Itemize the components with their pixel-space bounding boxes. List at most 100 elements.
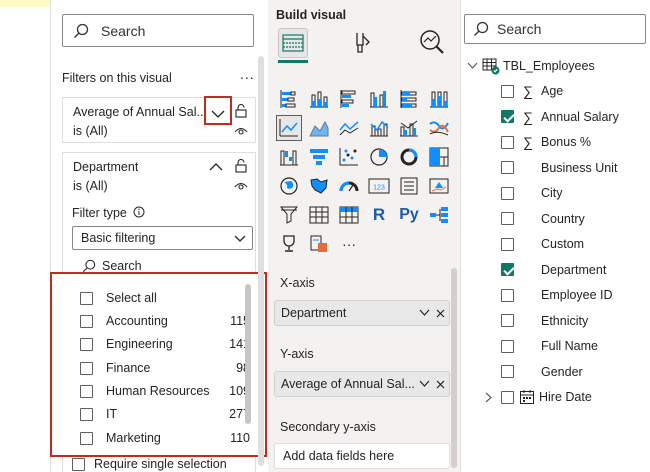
donut-chart-icon[interactable] — [396, 144, 422, 170]
field-row[interactable]: ∑ Bonus % — [501, 131, 591, 153]
chevron-down-icon[interactable] — [419, 380, 430, 388]
filters-scrollbar[interactable] — [258, 56, 264, 466]
r-visual-icon[interactable]: R — [366, 202, 392, 228]
card-icon[interactable]: 123 — [366, 173, 392, 199]
scatter-icon[interactable] — [336, 144, 362, 170]
kpi-icon[interactable] — [426, 173, 452, 199]
field-row[interactable]: Full Name — [501, 335, 598, 357]
pie-chart-icon[interactable] — [366, 144, 392, 170]
field-row[interactable]: Department — [501, 259, 606, 281]
lock-icon[interactable] — [235, 159, 247, 173]
100-bar-icon[interactable] — [396, 86, 422, 112]
treemap-icon[interactable] — [426, 144, 452, 170]
values-search-input[interactable]: Search — [82, 259, 142, 273]
chevron-down-icon[interactable] — [467, 62, 478, 70]
field-row[interactable]: Gender — [501, 361, 583, 383]
close-icon[interactable] — [436, 309, 445, 318]
chevron-right-icon[interactable] — [485, 392, 493, 403]
list-item[interactable]: IT 277 — [80, 404, 250, 424]
filled-map-icon[interactable] — [306, 173, 332, 199]
tab-build-visual[interactable] — [278, 28, 308, 58]
slicer-icon[interactable] — [276, 202, 302, 228]
line-clustered-icon[interactable] — [396, 115, 422, 141]
checkbox[interactable] — [80, 337, 93, 351]
field-checkbox[interactable] — [501, 314, 514, 327]
list-item[interactable]: Engineering 141 — [80, 334, 250, 354]
multirow-card-icon[interactable] — [396, 173, 422, 199]
smart-narrative-icon[interactable] — [306, 231, 332, 257]
field-row[interactable]: ∑ Age — [501, 80, 563, 102]
python-visual-icon[interactable]: Py — [396, 202, 422, 228]
checkbox[interactable] — [80, 384, 93, 398]
field-checkbox[interactable] — [501, 263, 514, 276]
100-column-icon[interactable] — [426, 86, 452, 112]
list-item[interactable]: Accounting 115 — [80, 311, 250, 331]
field-row[interactable]: Country — [501, 208, 585, 230]
field-checkbox[interactable] — [501, 212, 514, 225]
line-chart-icon[interactable] — [276, 115, 302, 141]
build-scrollbar[interactable] — [451, 268, 457, 468]
stacked-bar-icon[interactable] — [276, 86, 302, 112]
secondary-yaxis-dropzone[interactable]: Add data fields here — [274, 443, 450, 469]
info-icon[interactable] — [133, 206, 145, 218]
field-row[interactable]: Custom — [501, 233, 584, 255]
stacked-column-icon[interactable] — [306, 86, 332, 112]
field-checkbox[interactable] — [501, 135, 514, 149]
yaxis-field[interactable]: Average of Annual Sal... — [274, 371, 450, 397]
checkbox[interactable] — [80, 361, 93, 375]
field-row[interactable]: City — [501, 182, 563, 204]
filter-type-dropdown[interactable]: Basic filtering — [72, 226, 253, 250]
stacked-area-icon[interactable] — [336, 115, 362, 141]
field-checkbox[interactable] — [501, 110, 514, 123]
checkbox[interactable] — [80, 431, 93, 445]
tab-format-visual[interactable] — [348, 28, 378, 58]
field-checkbox[interactable] — [501, 390, 514, 404]
field-row[interactable]: Ethnicity — [501, 310, 588, 332]
clustered-bar-icon[interactable] — [336, 86, 362, 112]
area-chart-icon[interactable] — [306, 115, 332, 141]
field-row[interactable]: Business Unit — [501, 157, 617, 179]
chevron-up-icon[interactable] — [209, 162, 223, 172]
map-icon[interactable] — [276, 173, 302, 199]
more-visuals-icon[interactable]: ··· — [336, 231, 362, 257]
list-item-select-all[interactable]: Select all — [80, 288, 250, 308]
matrix-icon[interactable] — [336, 202, 362, 228]
field-checkbox[interactable] — [501, 84, 514, 98]
checkbox[interactable] — [80, 291, 93, 305]
field-checkbox[interactable] — [501, 288, 514, 302]
field-row[interactable]: ∑ Annual Salary — [501, 106, 619, 128]
lock-icon[interactable] — [235, 104, 247, 118]
list-item[interactable]: Finance 98 — [80, 358, 250, 378]
eye-icon[interactable] — [234, 181, 248, 191]
xaxis-field[interactable]: Department — [274, 300, 450, 326]
field-checkbox[interactable] — [501, 237, 514, 251]
chevron-down-icon[interactable] — [419, 309, 430, 317]
data-search-input[interactable]: Search — [464, 14, 646, 44]
clustered-column-icon[interactable] — [366, 86, 392, 112]
tab-analytics[interactable] — [418, 28, 448, 58]
field-row[interactable]: Hire Date — [485, 386, 592, 408]
close-icon[interactable] — [436, 380, 445, 389]
field-row[interactable]: Employee ID — [501, 284, 613, 306]
checkbox[interactable] — [80, 407, 93, 421]
key-influencers-icon[interactable] — [276, 231, 302, 257]
field-checkbox[interactable] — [501, 161, 514, 174]
checkbox[interactable] — [80, 314, 93, 328]
gauge-icon[interactable] — [336, 173, 362, 199]
list-item[interactable]: Marketing 110 — [80, 428, 250, 448]
field-checkbox[interactable] — [501, 186, 514, 200]
line-column-icon[interactable] — [366, 115, 392, 141]
filters-search-input[interactable]: Search — [62, 14, 254, 47]
eye-icon[interactable] — [234, 126, 248, 136]
list-item[interactable]: Human Resources 109 — [80, 381, 250, 401]
field-checkbox[interactable] — [501, 339, 514, 353]
require-single-selection[interactable]: Require single selection — [72, 457, 227, 471]
values-scrollbar[interactable] — [245, 284, 251, 424]
field-checkbox[interactable] — [501, 365, 514, 378]
checkbox[interactable] — [72, 457, 85, 471]
funnel-icon[interactable] — [306, 144, 332, 170]
more-options-button[interactable]: ... — [240, 66, 255, 82]
table-node-tbl-employees[interactable]: TBL_Employees — [467, 55, 595, 77]
ribbon-chart-icon[interactable] — [426, 115, 452, 141]
table-icon[interactable] — [306, 202, 332, 228]
